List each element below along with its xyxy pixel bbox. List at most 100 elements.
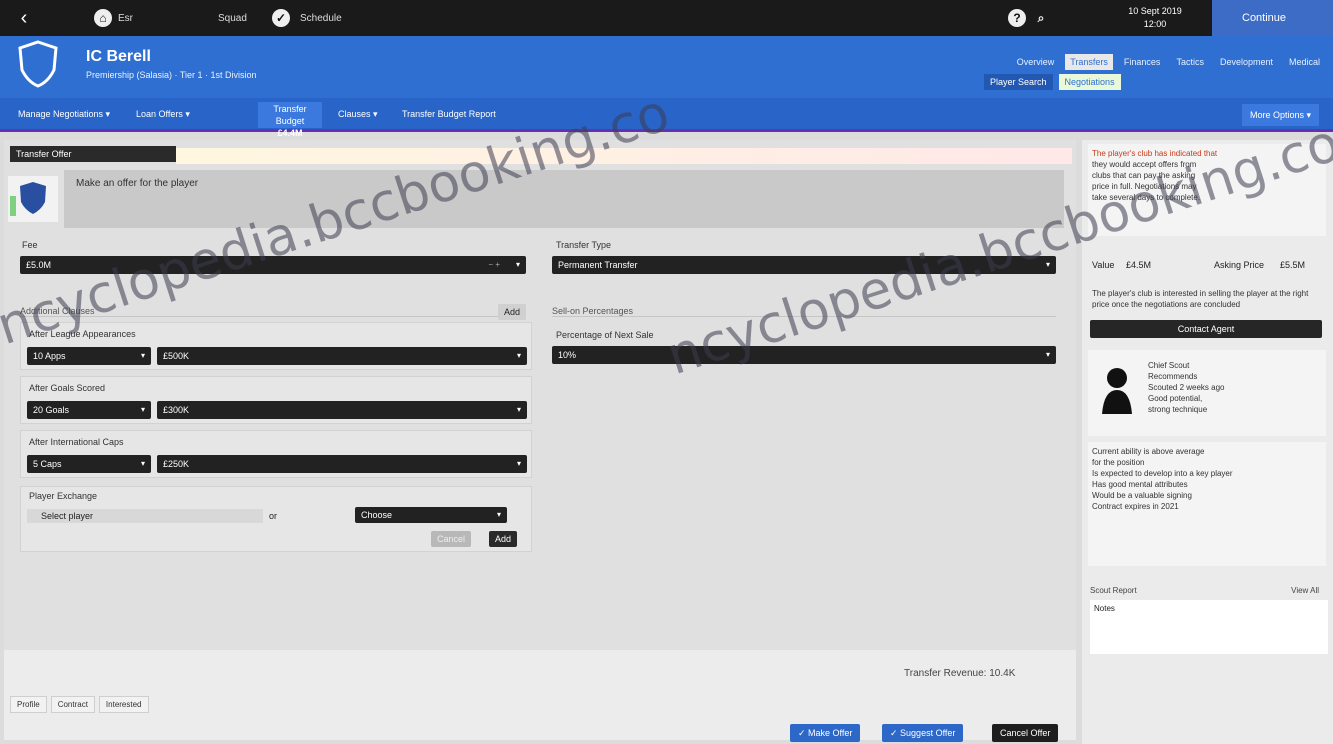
clause-value-dropdown[interactable]: £500K ▾: [157, 347, 527, 365]
chevron-down-icon: ▾: [516, 405, 521, 414]
home-icon[interactable]: ⌂: [94, 9, 112, 27]
nav-manage-negotiations[interactable]: Manage Negotiations ▾: [18, 109, 110, 120]
asking-price-value: £5.5M: [1280, 260, 1306, 270]
transfer-type-dropdown[interactable]: Permanent Transfer ▾: [552, 256, 1056, 274]
scout-report-tab[interactable]: Scout Report: [1090, 586, 1137, 595]
tab-overview[interactable]: Overview: [1012, 54, 1060, 70]
tab-contract[interactable]: Contract: [50, 696, 95, 713]
date-text: 10 Sept 2019: [1128, 6, 1182, 16]
scout-line: Scouted 2 weeks ago: [1148, 383, 1225, 392]
clause-value: £250K: [163, 459, 190, 469]
exchange-player-label: Select player: [41, 511, 94, 521]
report-line: Has good mental attributes: [1092, 480, 1188, 489]
continue-button[interactable]: Continue: [1212, 0, 1333, 36]
transfer-revenue: Transfer Revenue: 10.4K: [904, 668, 1016, 679]
nav-squad[interactable]: Squad: [218, 10, 247, 28]
tab-development[interactable]: Development: [1215, 54, 1278, 70]
tab-profile[interactable]: Profile: [10, 696, 47, 713]
club-crest-icon: [18, 40, 58, 88]
nav-loan-offers[interactable]: Loan Offers ▾: [136, 109, 190, 120]
search-icon[interactable]: ⌕: [1032, 9, 1050, 27]
clause-count-dropdown[interactable]: 20 Goals ▾: [27, 401, 151, 419]
header-sublinks: Player Search Negotiations: [984, 74, 1121, 90]
exchange-dropdown[interactable]: Choose ▾: [355, 507, 507, 523]
report-line: Is expected to develop into a key player: [1092, 469, 1233, 478]
nav-budget-report[interactable]: Transfer Budget Report: [402, 109, 496, 119]
club-notice: The player's club has indicated that the…: [1088, 144, 1326, 236]
player-exchange-heading: Player Exchange: [29, 491, 98, 501]
club-header: IC Berell Premiership (Salasia) · Tier 1…: [0, 36, 1333, 98]
transfer-type-value: Permanent Transfer: [558, 260, 638, 270]
chevron-down-icon: ▾: [496, 510, 501, 519]
tab-transfers[interactable]: Transfers: [1065, 54, 1113, 70]
tab-finances[interactable]: Finances: [1119, 54, 1166, 70]
scout-line: Chief Scout: [1148, 361, 1190, 370]
right-info-panel: The player's club has indicated that the…: [1082, 140, 1333, 744]
clause-item: After Goals Scored 20 Goals ▾ £300K ▾: [20, 376, 532, 424]
transfer-type-label: Transfer Type: [556, 240, 612, 250]
cancel-offer-button[interactable]: Cancel Offer: [992, 724, 1059, 742]
clause-value-dropdown[interactable]: £250K ▾: [157, 455, 527, 473]
cancel-exchange-button[interactable]: Cancel: [431, 531, 472, 547]
top-bar: ‹ ⌂ Esr Squad ✓ Schedule ? ⌕ 10 Sept 201…: [0, 0, 1333, 36]
contact-agent-button[interactable]: Contact Agent: [1090, 320, 1322, 338]
sub-nav-bar: Manage Negotiations ▾ Loan Offers ▾ Tran…: [0, 98, 1333, 138]
notes-box[interactable]: Notes: [1090, 600, 1328, 654]
chevron-down-icon: ▾: [1045, 260, 1050, 269]
stepper-icon[interactable]: − +: [488, 256, 500, 274]
notice-line: they would accept offers from: [1092, 160, 1197, 169]
add-clause-button[interactable]: Add: [498, 304, 527, 320]
suggest-offer-button[interactable]: ✓ Suggest Offer: [882, 724, 964, 742]
view-all-link[interactable]: View All: [1291, 586, 1319, 595]
player-value-label: Value: [1092, 260, 1115, 270]
notice-warning: The player's club has indicated that: [1092, 149, 1218, 158]
tab-medical[interactable]: Medical: [1284, 54, 1325, 70]
clause-value: £500K: [163, 351, 190, 361]
tab-player-search[interactable]: Player Search: [984, 74, 1053, 90]
sell-on-label: Percentage of Next Sale: [556, 330, 654, 340]
offer-banner: [176, 148, 1072, 164]
clause-value: £300K: [163, 405, 190, 415]
nav-club[interactable]: Esr: [118, 10, 133, 28]
tab-negotiations[interactable]: Negotiations: [1058, 74, 1121, 90]
exchange-separator: or: [269, 511, 278, 521]
bottom-tabs: Profile Contract Interested: [10, 696, 149, 713]
report-line: for the position: [1092, 458, 1145, 467]
clause-count: 20 Goals: [33, 405, 70, 415]
sell-on-heading: Sell-on Percentages: [552, 306, 1056, 317]
help-icon[interactable]: ?: [1008, 9, 1026, 27]
more-options-button[interactable]: More Options ▾: [1241, 104, 1319, 126]
nav-schedule[interactable]: Schedule: [300, 10, 342, 28]
report-line: Current ability is above average: [1092, 447, 1205, 456]
tab-tactics[interactable]: Tactics: [1171, 54, 1209, 70]
notice-line: clubs that can pay the asking: [1092, 171, 1196, 180]
notice-line: take several days to complete.: [1092, 193, 1201, 202]
game-date: 10 Sept 2019 12:00: [1120, 5, 1190, 31]
chevron-down-icon: ▾: [516, 459, 521, 468]
clause-label: After League Appearances: [29, 329, 136, 339]
chevron-down-icon: ▾: [516, 351, 521, 360]
chevron-down-icon: ▾: [515, 260, 520, 269]
exchange-player-field[interactable]: Select player: [27, 509, 263, 523]
clause-value-dropdown[interactable]: £300K ▾: [157, 401, 527, 419]
clause-count-dropdown[interactable]: 5 Caps ▾: [27, 455, 151, 473]
time-text: 12:00: [1143, 19, 1167, 29]
make-offer-button[interactable]: ✓ Make Offer: [790, 724, 861, 742]
scout-card: Chief Scout Recommends Scouted 2 weeks a…: [1088, 350, 1326, 436]
chevron-down-icon: ▾: [140, 351, 145, 360]
club-interest-info: The player's club is interested in selli…: [1092, 289, 1309, 309]
add-exchange-button[interactable]: Add: [489, 531, 518, 547]
header-links: Overview Transfers Finances Tactics Deve…: [1012, 54, 1325, 70]
mail-icon[interactable]: ✓: [272, 9, 290, 27]
clause-count-dropdown[interactable]: 10 Apps ▾: [27, 347, 151, 365]
sell-on-dropdown[interactable]: 10% ▾: [552, 346, 1056, 364]
nav-clauses[interactable]: Clauses ▾: [338, 109, 378, 120]
fee-dropdown[interactable]: £5.0M − + ▾: [20, 256, 526, 274]
cancel-offer-label: Cancel Offer: [1000, 728, 1051, 738]
back-arrow-icon[interactable]: ‹: [12, 6, 36, 30]
tab-interested[interactable]: Interested: [98, 696, 149, 713]
clause-count: 10 Apps: [33, 351, 66, 361]
clause-count: 5 Caps: [33, 459, 62, 469]
report-line: Would be a valuable signing: [1092, 491, 1192, 500]
clause-label: After Goals Scored: [29, 383, 106, 393]
